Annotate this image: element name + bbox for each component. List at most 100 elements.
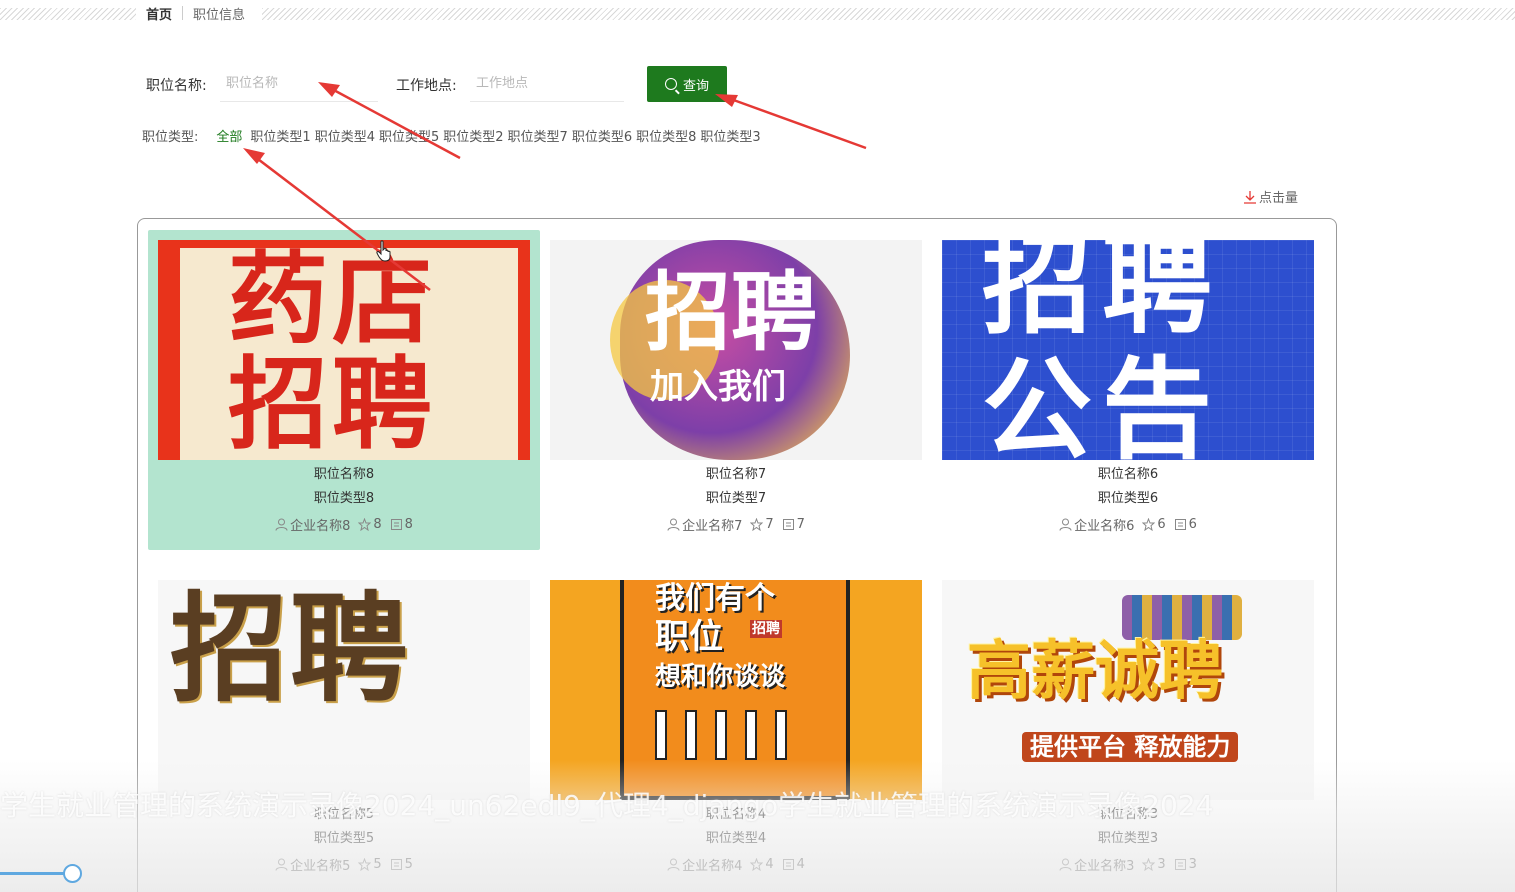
job-name-input[interactable] (220, 66, 378, 102)
view-count-icon (1174, 519, 1186, 530)
job-name: 职位名称5 (313, 807, 375, 822)
job-card-image[interactable]: 招聘 公告 (942, 240, 1314, 460)
job-type-option[interactable]: 职位类型4 (315, 126, 375, 145)
job-card[interactable]: 药店 招聘 职位名称8 职位类型8 企业名称8 8 8 (148, 230, 540, 550)
poster-text: 药店 (228, 241, 436, 358)
view-count-icon (390, 859, 402, 870)
user-icon (275, 858, 288, 871)
job-type-all[interactable]: 全部 (216, 126, 242, 145)
sort-by-clicks-label: 点击量 (1259, 191, 1299, 206)
click-count: 7 (796, 517, 805, 532)
user-icon (1059, 518, 1072, 531)
poster-text: 加入我们 (650, 367, 786, 407)
click-count: 8 (404, 517, 413, 532)
click-count: 3 (1188, 857, 1197, 872)
user-icon (275, 518, 288, 531)
breadcrumb-decoration (0, 8, 136, 20)
company-name: 企业名称4 (682, 859, 743, 874)
job-card-image[interactable]: 招聘 (158, 580, 530, 800)
company-name: 企业名称7 (682, 519, 743, 534)
hand-cursor-icon (376, 240, 391, 262)
breadcrumb-bar: 首页 职位信息 (0, 0, 1515, 26)
poster-text: 招聘 (982, 240, 1222, 349)
job-type: 职位类型8 (313, 491, 375, 506)
poster-text: 职位 (655, 617, 723, 657)
star-icon (750, 518, 764, 531)
job-type-option[interactable]: 职位类型5 (379, 126, 439, 145)
job-type-option[interactable]: 职位类型8 (636, 126, 696, 145)
job-type-option[interactable]: 职位类型7 (508, 126, 568, 145)
star-icon (750, 858, 764, 871)
search-button-label: 查询 (682, 78, 709, 94)
job-type: 职位类型7 (705, 491, 767, 506)
breadcrumb-separator (182, 6, 184, 20)
breadcrumb: 首页 职位信息 (138, 3, 252, 23)
work-location-input[interactable] (470, 66, 624, 102)
job-meta: 企业名称4 4 4 (540, 855, 932, 874)
job-name: 职位名称6 (1097, 467, 1159, 482)
job-type-label: 职位类型: (142, 130, 199, 145)
job-meta: 企业名称8 8 8 (148, 515, 540, 534)
job-type-filter: 职位类型: 全部 职位类型1 职位类型4 职位类型5 职位类型2 职位类型7 职… (142, 126, 765, 145)
job-name: 职位名称7 (705, 467, 767, 482)
breadcrumb-decoration (262, 8, 1515, 20)
poster-text: 想和你谈谈 (655, 662, 786, 692)
poster-text: 招聘 (750, 620, 782, 638)
poster-text: 高薪诚聘 (967, 635, 1223, 709)
user-icon (1059, 858, 1072, 871)
job-name: 职位名称3 (1097, 807, 1159, 822)
click-count: 4 (796, 857, 805, 872)
job-card-image[interactable]: 招聘 加入我们 (550, 240, 922, 460)
job-name: 职位名称8 (313, 467, 375, 482)
job-meta: 企业名称5 5 5 (148, 855, 540, 874)
click-count: 6 (1188, 517, 1197, 532)
video-progress-bar[interactable] (0, 872, 70, 875)
star-icon (358, 518, 372, 531)
sort-down-icon (1243, 190, 1257, 204)
job-meta: 企业名称6 6 6 (932, 515, 1324, 534)
star-icon (1142, 858, 1156, 871)
job-type-option[interactable]: 职位类型1 (250, 126, 310, 145)
video-progress-handle[interactable] (63, 864, 82, 883)
view-count-icon (782, 519, 794, 530)
job-name-label: 职位名称: (146, 78, 207, 94)
job-card[interactable]: 招聘 公告 职位名称6 职位类型6 企业名称6 6 6 (932, 230, 1324, 550)
job-card[interactable]: 招聘 职位名称5 职位类型5 企业名称5 5 5 (148, 570, 540, 890)
job-meta: 企业名称7 7 7 (540, 515, 932, 534)
breadcrumb-home-link[interactable]: 首页 (146, 4, 172, 23)
user-icon (667, 518, 680, 531)
star-icon (358, 858, 372, 871)
job-card[interactable]: 招聘 加入我们 职位名称7 职位类型7 企业名称7 7 7 (540, 230, 932, 550)
job-name: 职位名称4 (705, 807, 767, 822)
job-type-option[interactable]: 职位类型2 (443, 126, 503, 145)
job-type-option[interactable]: 职位类型3 (700, 126, 760, 145)
job-card[interactable]: 我们有个 职位 想和你谈谈 招聘 职位名称4 职位类型4 企业名称4 4 4 (540, 570, 932, 890)
job-card-image[interactable]: 药店 招聘 (158, 240, 530, 460)
search-button[interactable]: 查询 (647, 66, 727, 102)
poster-text: 提供平台 释放能力 (1022, 732, 1239, 762)
job-meta: 企业名称3 3 3 (932, 855, 1324, 874)
poster-text: 招聘 (645, 263, 817, 363)
poster-text: 招聘 (228, 346, 436, 460)
job-card-image[interactable]: 高薪诚聘 提供平台 释放能力 (942, 580, 1314, 800)
favorite-count: 7 (765, 517, 774, 532)
work-location-label: 工作地点: (396, 78, 457, 94)
view-count-icon (1174, 859, 1186, 870)
view-count-icon (390, 519, 402, 530)
search-icon (664, 78, 677, 90)
star-icon (1142, 518, 1156, 531)
click-count: 5 (404, 857, 413, 872)
job-type-option[interactable]: 职位类型6 (572, 126, 632, 145)
breadcrumb-current: 职位信息 (193, 7, 246, 23)
poster-text: 招聘 (170, 580, 411, 718)
poster-text: 我们有个 (655, 581, 775, 616)
view-count-icon (782, 859, 794, 870)
favorite-count: 4 (765, 857, 774, 872)
job-type: 职位类型4 (705, 831, 767, 846)
company-name: 企业名称6 (1074, 519, 1135, 534)
poster-text: 公告 (982, 346, 1222, 460)
job-card-image[interactable]: 我们有个 职位 想和你谈谈 招聘 (550, 580, 922, 800)
sort-by-clicks-link[interactable]: 点击量 (1243, 187, 1298, 206)
job-type: 职位类型6 (1097, 491, 1159, 506)
job-card[interactable]: 高薪诚聘 提供平台 释放能力 职位名称3 职位类型3 企业名称3 3 3 (932, 570, 1324, 890)
